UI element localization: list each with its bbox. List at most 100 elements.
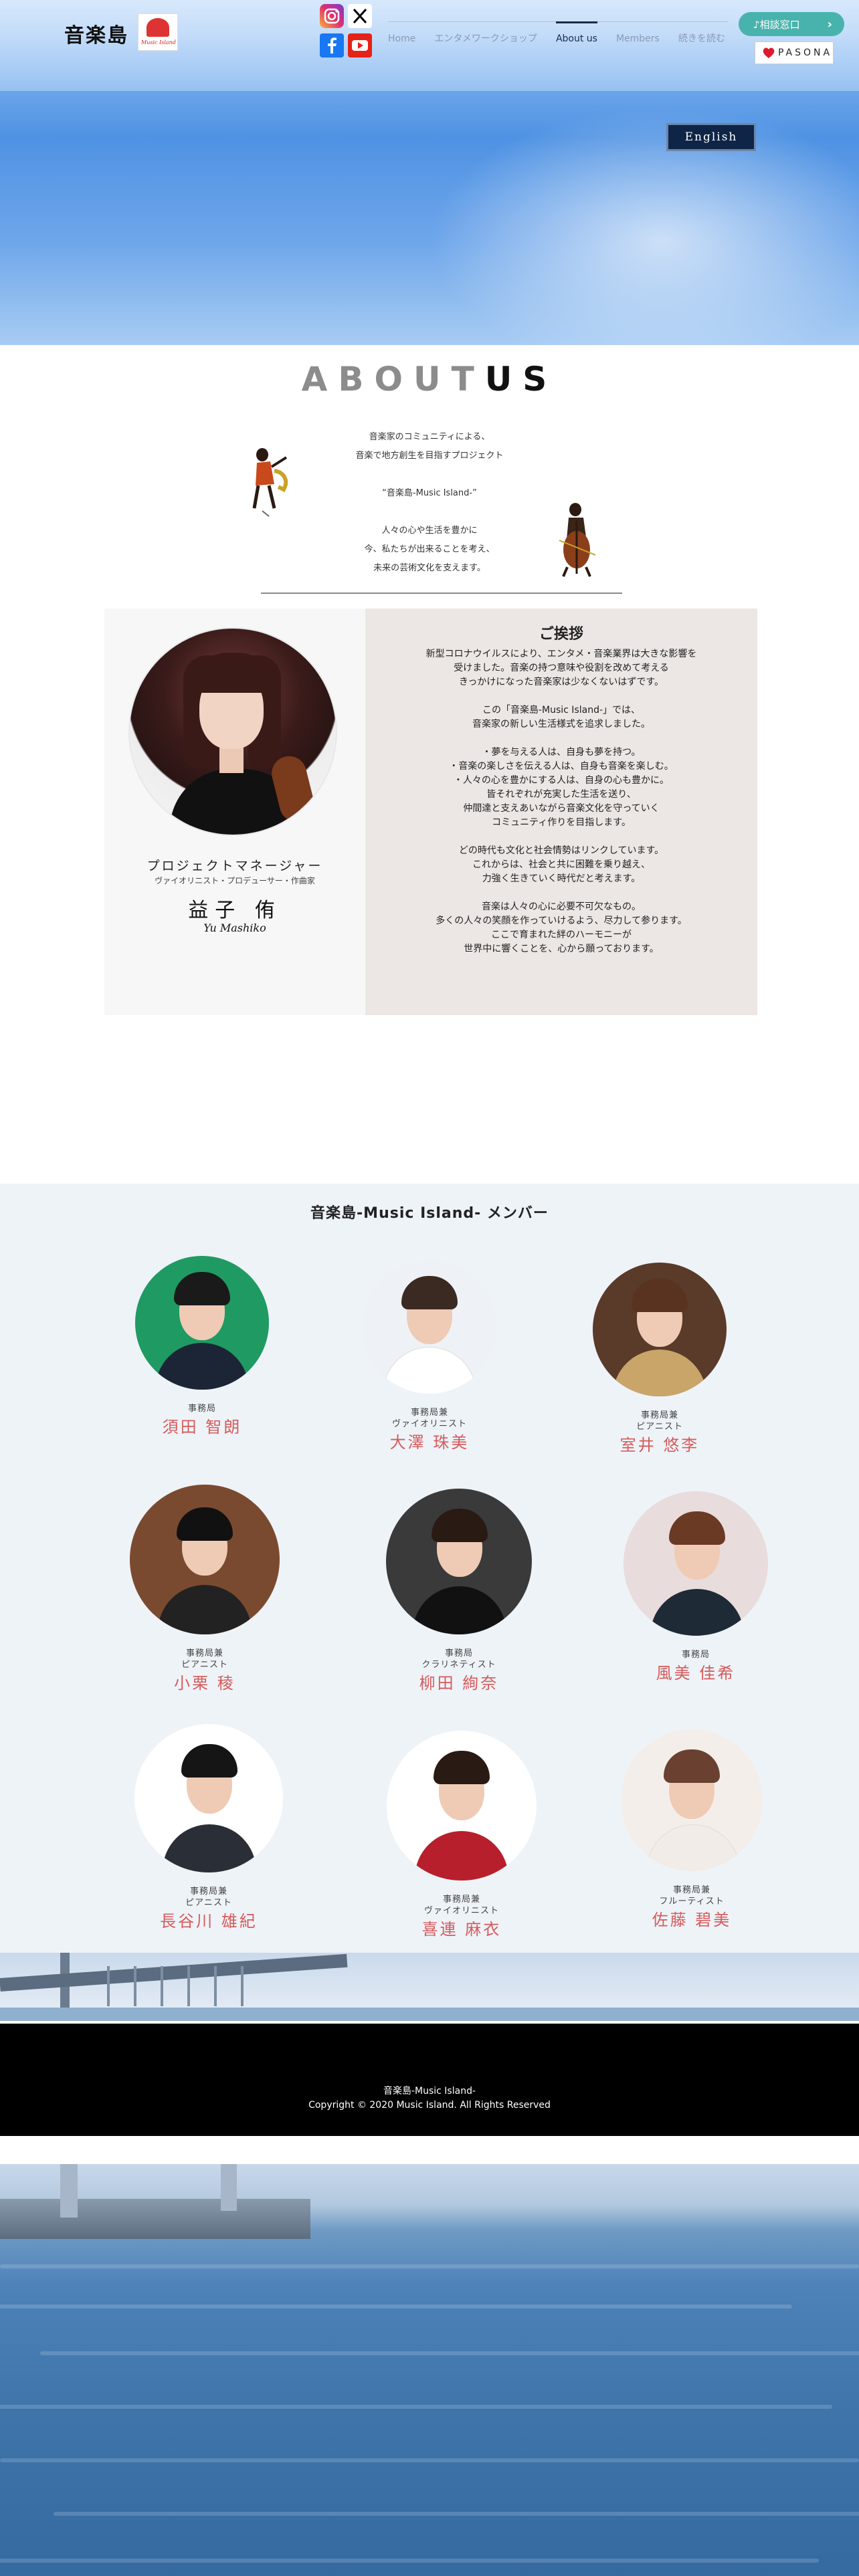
x-icon[interactable]	[348, 4, 372, 28]
intro-line: 人々の心や生活を豊かに	[381, 526, 478, 536]
greeting-line: この「音楽島-Music Island-」では、	[482, 705, 641, 716]
member-name: 佐藤 碧美	[652, 1911, 732, 1929]
member-photo	[363, 1260, 496, 1394]
member-photo	[135, 1256, 269, 1390]
bridge-photo-strip	[0, 1953, 859, 2021]
chevron-right-icon: ›	[827, 17, 832, 31]
site-logo-text[interactable]: 音楽島	[64, 19, 128, 48]
greeting-line: 音楽は人々の心に必要不可欠なもの。	[482, 901, 641, 912]
profile-name: 益子 侑	[188, 899, 282, 922]
flag-icon	[147, 18, 169, 37]
member-role-sub: ピアニスト	[636, 1422, 683, 1432]
greeting-line	[388, 886, 735, 900]
site-logo-badge[interactable]: Music Island	[138, 13, 178, 51]
member-role-sub: ヴァイオリニスト	[423, 1906, 499, 1916]
member-card[interactable]: 事務局兼 ピアニスト 長谷川 雄紀	[108, 1724, 309, 1933]
facebook-icon[interactable]	[320, 33, 344, 58]
sea-background-photo	[0, 2164, 859, 2576]
greeting-title: ご挨拶	[539, 626, 583, 643]
member-name: 須田 智朗	[162, 1418, 242, 1436]
about-title: ABOUTUS	[0, 360, 859, 399]
member-role: 事務局	[681, 1650, 710, 1660]
site-header: 音楽島 Music Island Home エンタメワークショップ About …	[0, 0, 859, 91]
intro-line	[294, 503, 565, 522]
member-role-sub: フルーティスト	[659, 1897, 725, 1907]
member-role: 事務局兼	[442, 1895, 480, 1905]
english-button[interactable]: English	[666, 123, 756, 151]
member-role: 事務局兼	[185, 1648, 223, 1658]
member-card[interactable]: 事務局兼 ピアニスト 小栗 稜	[104, 1485, 305, 1695]
member-role: 事務局	[444, 1648, 473, 1658]
profile-signature: Yu Mashiko	[203, 922, 266, 934]
member-name: 小栗 稜	[174, 1674, 235, 1693]
intro-line: 音楽で地方創生を目指すプロジェクト	[355, 451, 504, 461]
member-name: 柳田 絢奈	[419, 1674, 499, 1693]
greeting-line: 世界中に響くことを、心から願っております。	[464, 944, 659, 954]
member-name: 大澤 珠美	[389, 1433, 470, 1452]
greeting-line: 受けました。音楽の持つ意味や役割を改めて考える	[454, 663, 669, 673]
member-photo	[621, 1729, 763, 1871]
greeting-line	[388, 830, 735, 844]
member-role: 事務局兼	[640, 1410, 678, 1420]
intro-line: 今、私たちが出来ることを考え、	[364, 544, 495, 554]
about-title-dark: US	[484, 360, 558, 399]
nav-more[interactable]: 続きを読む	[678, 29, 725, 51]
member-role: 事務局	[187, 1404, 216, 1414]
about-title-light: ABOUT	[301, 360, 485, 399]
profile-subrole: ヴァイオリニスト・プロデューサー・作曲家	[155, 876, 315, 885]
pasona-logo-icon	[763, 47, 775, 58]
member-role-sub: ピアニスト	[185, 1898, 232, 1908]
member-photo	[624, 1491, 768, 1636]
greeting-line: コミュニティ作りを目指します。	[492, 817, 631, 828]
greeting-line: 力強く生きていく時代だと考えます。	[482, 873, 641, 884]
member-role: 事務局兼	[672, 1885, 710, 1895]
greeting-line	[388, 732, 735, 746]
members-title: 音楽島-Music Island- メンバー	[310, 1205, 549, 1222]
greeting-line: これからは、社会と共に困難を乗り越え、	[472, 859, 650, 870]
member-name: 室井 悠李	[619, 1436, 700, 1455]
pasona-label: PASONA	[778, 47, 833, 58]
member-card[interactable]: 事務局 須田 智朗	[102, 1256, 302, 1438]
greeting-line: ・夢を与える人は、自身も夢を持つ。	[482, 747, 641, 758]
member-card[interactable]: 事務局兼 ヴァイオリニスト 喜連 麻衣	[361, 1731, 562, 1941]
pasona-link[interactable]: PASONA	[755, 41, 834, 64]
greeting-line: ここで育まれた絆のハーモニーが	[491, 930, 632, 940]
project-manager-photo	[128, 627, 337, 836]
member-role: 事務局兼	[410, 1408, 448, 1418]
nav-home[interactable]: Home	[388, 29, 415, 51]
saxophone-player-illustration	[242, 444, 298, 518]
member-photo	[130, 1485, 280, 1634]
greeting-line: 仲間達と支えあいながら音楽文化を守っていく	[463, 803, 660, 814]
member-photo	[386, 1489, 532, 1634]
nav-about-us[interactable]: About us	[555, 21, 597, 51]
greeting-line: ・音楽の楽しさを伝える人は、自身も音楽を楽しむ。	[449, 761, 674, 772]
profile-role: プロジェクトマネージャー	[147, 859, 323, 873]
greeting-line	[388, 689, 735, 704]
member-card[interactable]: 事務局兼 ヴァイオリニスト 大澤 珠美	[329, 1260, 530, 1454]
member-role-sub: ピアニスト	[181, 1660, 228, 1670]
youtube-icon[interactable]	[348, 33, 372, 58]
member-card[interactable]: 事務局兼 フルーティスト 佐藤 碧美	[591, 1729, 792, 1931]
main-nav: Home エンタメワークショップ About us Members 続きを読む	[388, 21, 725, 51]
nav-members[interactable]: Members	[616, 29, 660, 51]
member-role: 事務局兼	[189, 1887, 227, 1897]
instagram-icon[interactable]	[320, 4, 344, 28]
greeting-line: ・人々の心を豊かにする人は、自身の心も豊かに。	[453, 775, 670, 786]
member-card[interactable]: 事務局兼 ピアニスト 室井 悠李	[559, 1263, 760, 1457]
member-name: 長谷川 雄紀	[160, 1912, 258, 1931]
footer-site-name: 音楽島-Music Island-	[383, 2086, 476, 2097]
intro-line	[294, 465, 565, 484]
consult-button[interactable]: ♪相談窓口 ›	[739, 12, 844, 36]
greeting-line: 多くの人々の笑顔を作っていけるよう、尽力して参ります。	[436, 916, 687, 926]
member-photo	[134, 1724, 283, 1872]
greeting-body: 新型コロナウイルスにより、エンタメ・音楽業界は大きな影響を 受けました。音楽の持つ…	[388, 647, 735, 956]
logo-badge-text: Music Island	[141, 39, 176, 45]
member-photo	[593, 1263, 727, 1396]
nav-workshop[interactable]: エンタメワークショップ	[434, 29, 537, 51]
greeting-line: どの時代も文化と社会情勢はリンクしています。	[458, 845, 664, 856]
member-card[interactable]: 事務局 風美 佳希	[595, 1491, 796, 1685]
site-footer: 音楽島-Music Island- Copyright © 2020 Music…	[0, 2024, 859, 2136]
member-card[interactable]: 事務局 クラリネティスト 柳田 絢奈	[359, 1489, 559, 1695]
member-role-sub: ヴァイオリニスト	[391, 1419, 467, 1429]
section-divider	[261, 593, 622, 594]
